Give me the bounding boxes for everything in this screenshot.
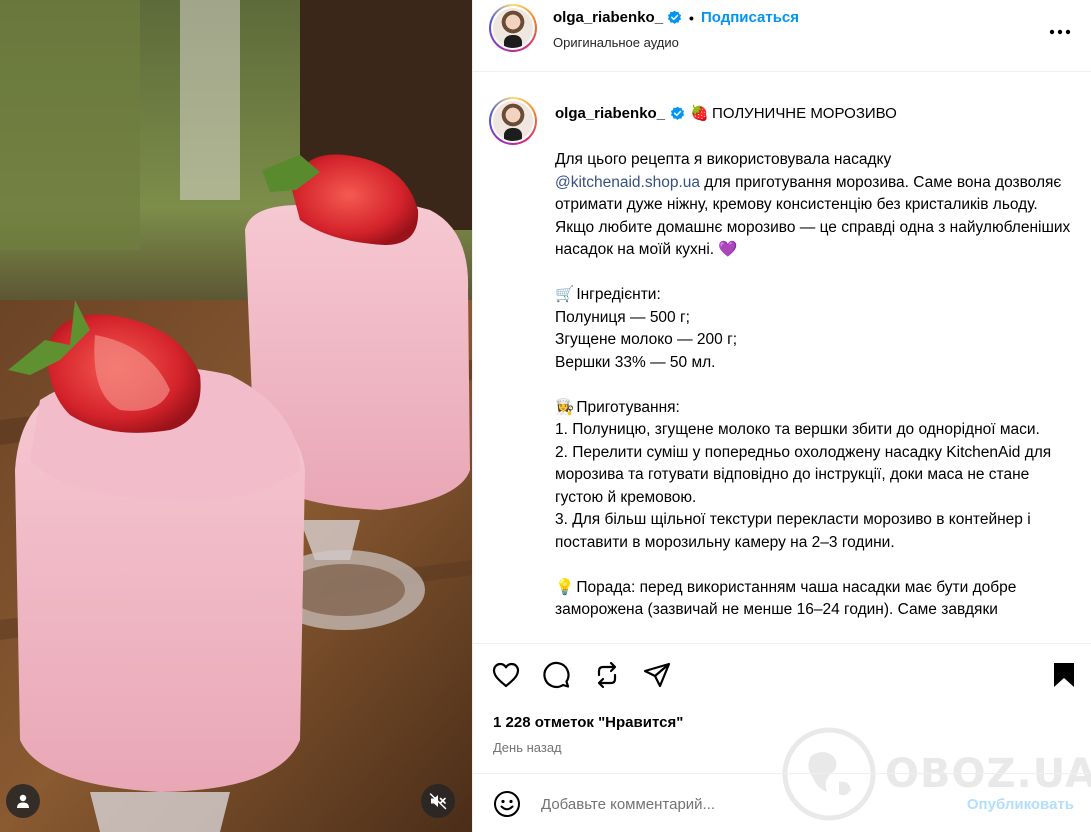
comment-icon	[543, 661, 570, 688]
preparation-step: 2. Перелити суміш у попередньо охолоджен…	[555, 443, 1052, 506]
tip-text: Порада: перед використанням чаша насадки…	[555, 578, 1017, 619]
audio-link[interactable]: Оригинальное аудио	[553, 35, 679, 50]
follow-button[interactable]: Подписаться	[701, 9, 799, 26]
share-button[interactable]	[642, 660, 672, 690]
post-header: olga_riabenko_ • Подписаться Оригинально…	[473, 0, 1091, 72]
comment-button[interactable]	[541, 660, 571, 690]
purple-heart-emoji-icon: 💜	[718, 241, 738, 258]
verified-badge-icon	[670, 106, 685, 121]
smiley-icon	[494, 791, 520, 817]
comment-input[interactable]	[541, 792, 941, 816]
post-media[interactable]	[0, 0, 472, 832]
more-options-button[interactable]	[1048, 20, 1072, 44]
post-details-panel: olga_riabenko_ • Подписаться Оригинально…	[472, 0, 1091, 832]
shopping-cart-emoji-icon: 🛒	[555, 286, 575, 303]
caption-text: Для цього рецепта я використовувала наса…	[555, 149, 1075, 622]
cook-emoji-icon: 👩‍🍳	[555, 398, 575, 416]
like-button[interactable]	[491, 660, 521, 690]
mention-link[interactable]: @kitchenaid.shop.ua	[555, 174, 700, 191]
save-button[interactable]	[1049, 660, 1079, 690]
author-row: olga_riabenko_ • Подписаться	[553, 9, 799, 26]
repost-icon	[597, 661, 617, 689]
caption-intro: Для цього рецепта я використовувала наса…	[555, 149, 1075, 262]
caption-title: ПОЛУНИЧНЕ МОРОЗИВО	[712, 104, 897, 122]
preparation-step: 1. Полуницю, згущене молоко та вершки зб…	[555, 421, 1040, 438]
heart-icon	[492, 662, 520, 688]
strawberry-ice-cream-photo	[0, 0, 472, 832]
publish-comment-button[interactable]: Опубликовать	[967, 796, 1074, 813]
post-caption: olga_riabenko_ 🍓 ПОЛУНИЧНЕ МОРОЗИВО Для …	[473, 73, 1091, 643]
bookmark-icon	[1054, 663, 1074, 687]
verified-badge-icon	[667, 10, 682, 25]
emoji-picker-button[interactable]	[493, 790, 521, 818]
comment-composer: Опубликовать	[473, 773, 1091, 832]
post-timestamp[interactable]: День назад	[493, 740, 562, 755]
caption-username[interactable]: olga_riabenko_	[555, 105, 665, 122]
ingredient-item: Полуниця — 500 г;	[555, 308, 690, 326]
user-icon	[17, 794, 29, 808]
caption-header: olga_riabenko_ 🍓 ПОЛУНИЧНЕ МОРОЗИВО	[555, 104, 897, 123]
speaker-muted-icon	[429, 793, 447, 810]
more-horizontal-icon	[1049, 29, 1071, 35]
light-bulb-emoji-icon: 💡	[555, 578, 575, 596]
strawberry-emoji-icon: 🍓	[690, 105, 709, 122]
likes-count[interactable]: 1 228 отметок "Нравится"	[493, 714, 683, 731]
author-username[interactable]: olga_riabenko_	[553, 9, 663, 26]
tagged-users-button[interactable]	[6, 784, 40, 818]
ingredient-item: Вершки 33% — 50 мл.	[555, 353, 716, 371]
tip-paragraph: 💡 Порада: перед використанням чаша насад…	[555, 577, 1075, 622]
separator-dot: •	[689, 9, 694, 26]
caption-avatar[interactable]	[489, 97, 537, 145]
intro-text-start: Для цього рецепта я використовувала наса…	[555, 151, 892, 168]
ingredients-heading: 🛒 Інгредієнти:	[555, 284, 1075, 307]
preparation-title: Приготування:	[576, 398, 680, 416]
preparation-heading: 👩‍🍳 Приготування:	[555, 397, 1075, 420]
repost-button[interactable]	[592, 660, 622, 690]
avatar[interactable]	[489, 4, 537, 52]
ingredient-item: Згущене молоко — 200 г;	[555, 331, 738, 348]
post-actions: 1 228 отметок "Нравится" День назад OBOZ…	[473, 643, 1091, 821]
preparation-step: 3. Для більш щільної текстури перекласти…	[555, 511, 1031, 551]
share-icon	[643, 662, 671, 688]
ingredients-title: Інгредієнти:	[576, 286, 661, 303]
mute-button[interactable]	[421, 784, 455, 818]
